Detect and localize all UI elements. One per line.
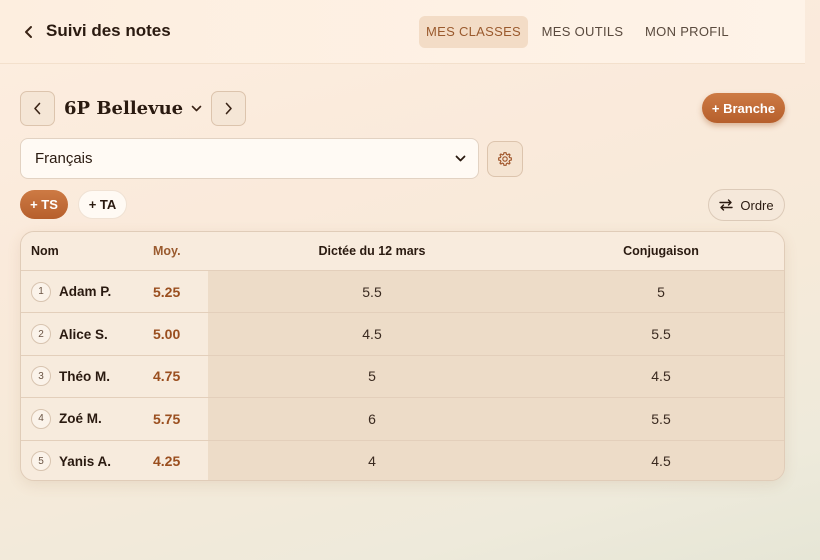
class-name: 6P Bellevue: [64, 97, 184, 119]
back-button[interactable]: [20, 20, 38, 44]
row-number-badge: 1: [31, 281, 51, 302]
grade-cell[interactable]: 6: [208, 398, 536, 440]
gear-icon: [498, 152, 512, 166]
nav-mes-classes[interactable]: MES CLASSES: [419, 16, 528, 48]
average-cell: 5.75: [153, 398, 208, 440]
average-value: 5.75: [153, 410, 181, 427]
grade-cell[interactable]: 5.5: [208, 271, 536, 313]
average-cell: 5.25: [153, 271, 208, 313]
add-branch-button[interactable]: + Branche: [702, 93, 785, 123]
table-row: 2 Alice S. 5.00 4.5 5.5: [21, 312, 784, 355]
chevron-right-icon: [225, 102, 232, 115]
table-row: 5 Yanis A. 4.25 4 4.5: [21, 439, 784, 480]
student-cell[interactable]: 5 Yanis A.: [21, 440, 153, 480]
add-ts-button[interactable]: + TS: [20, 190, 68, 219]
grade-cell[interactable]: 4: [208, 440, 536, 480]
average-value: 5.25: [153, 283, 181, 300]
chevron-down-icon: [455, 155, 466, 162]
grade-cell[interactable]: 5.5: [536, 313, 784, 355]
table-row: 1 Adam P. 5.25 5.5 5: [21, 270, 784, 313]
average-value: 5.00: [153, 326, 181, 343]
average-value: 4.25: [153, 453, 181, 470]
page-title: Suivi des notes: [46, 21, 171, 40]
table-header: Nom Moy. Dictée du 12 mars Conjugaison: [21, 232, 784, 270]
class-selector[interactable]: 6P Bellevue: [64, 96, 202, 120]
order-label: Ordre: [740, 197, 774, 213]
student-name: Adam P.: [59, 284, 112, 300]
row-number-badge: 3: [31, 366, 51, 387]
student-name: Yanis A.: [59, 453, 112, 469]
swap-arrows-icon: [719, 199, 734, 211]
grade-cell[interactable]: 5: [536, 271, 784, 313]
order-button[interactable]: Ordre: [708, 189, 785, 221]
grade-cell[interactable]: 5: [208, 355, 536, 398]
average-cell: 4.75: [153, 355, 208, 398]
previous-class-button[interactable]: [20, 91, 55, 126]
student-cell[interactable]: 4 Zoé M.: [21, 398, 153, 440]
student-name: Zoé M.: [59, 411, 102, 427]
nav-mes-outils[interactable]: MES OUTILS: [536, 16, 629, 48]
column-header-dictee[interactable]: Dictée du 12 mars: [208, 232, 536, 270]
average-value: 4.75: [153, 368, 181, 385]
subject-select[interactable]: Français: [20, 138, 479, 179]
row-number-badge: 4: [31, 408, 51, 429]
row-number-badge: 2: [31, 324, 51, 345]
chevron-down-icon: [191, 105, 202, 111]
grade-cell[interactable]: 4.5: [536, 355, 784, 398]
table-row: 3 Théo M. 4.75 5 4.5: [21, 354, 784, 398]
student-name: Théo M.: [59, 368, 110, 384]
add-ta-button[interactable]: + TA: [78, 190, 127, 219]
average-cell: 5.00: [153, 313, 208, 355]
next-class-button[interactable]: [211, 91, 246, 126]
student-name: Alice S.: [59, 326, 108, 342]
column-header-conjugaison[interactable]: Conjugaison: [536, 232, 784, 270]
grades-table: Nom Moy. Dictée du 12 mars Conjugaison 1…: [20, 231, 785, 481]
grade-cell[interactable]: 5.5: [536, 398, 784, 440]
table-row: 4 Zoé M. 5.75 6 5.5: [21, 397, 784, 440]
chevron-left-icon: [34, 102, 41, 115]
student-cell[interactable]: 3 Théo M.: [21, 355, 153, 398]
student-cell[interactable]: 2 Alice S.: [21, 313, 153, 355]
top-bar: Suivi des notes MES CLASSES MES OUTILS M…: [0, 0, 805, 64]
row-number-badge: 5: [31, 451, 51, 472]
nav-mon-profil[interactable]: MON PROFIL: [639, 16, 735, 48]
subject-settings-button[interactable]: [487, 141, 523, 177]
grade-cell[interactable]: 4.5: [208, 313, 536, 355]
chevron-left-icon: [25, 26, 32, 38]
student-cell[interactable]: 1 Adam P.: [21, 271, 153, 313]
column-header-average[interactable]: Moy.: [153, 232, 208, 270]
grade-cell[interactable]: 4.5: [536, 440, 784, 480]
column-header-name[interactable]: Nom: [21, 232, 153, 270]
average-cell: 4.25: [153, 440, 208, 480]
subject-value: Français: [35, 150, 93, 167]
